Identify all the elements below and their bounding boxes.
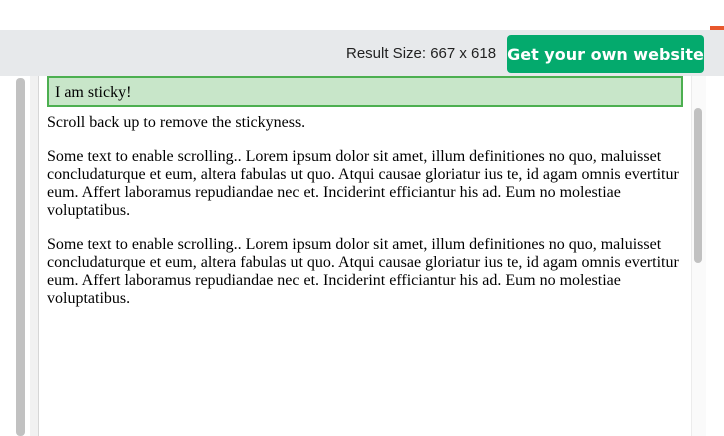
paragraph-lorem: Some text to enable scrolling.. Lorem ip… [47, 148, 679, 219]
result-toolbar: Result Size: 667 x 618 Get your own webs… [0, 30, 724, 76]
pane-divider[interactable] [30, 76, 38, 436]
code-pane-scrollbar[interactable] [16, 78, 25, 436]
top-strip [0, 0, 724, 30]
result-frame: I am sticky! Scroll back up to remove th… [38, 76, 691, 436]
result-scrollbar-thumb[interactable] [694, 108, 702, 263]
result-size-label: Result Size: 667 x 618 [346, 45, 497, 62]
paragraph-lorem: Some text to enable scrolling.. Lorem ip… [47, 236, 679, 307]
right-margin [706, 76, 724, 436]
result-content: Scroll back up to remove the stickyness.… [47, 114, 683, 324]
sticky-box: I am sticky! [47, 76, 683, 107]
paragraph-intro: Scroll back up to remove the stickyness. [47, 114, 306, 131]
code-pane [0, 76, 30, 436]
get-your-own-website-button[interactable]: Get your own website [507, 35, 704, 73]
